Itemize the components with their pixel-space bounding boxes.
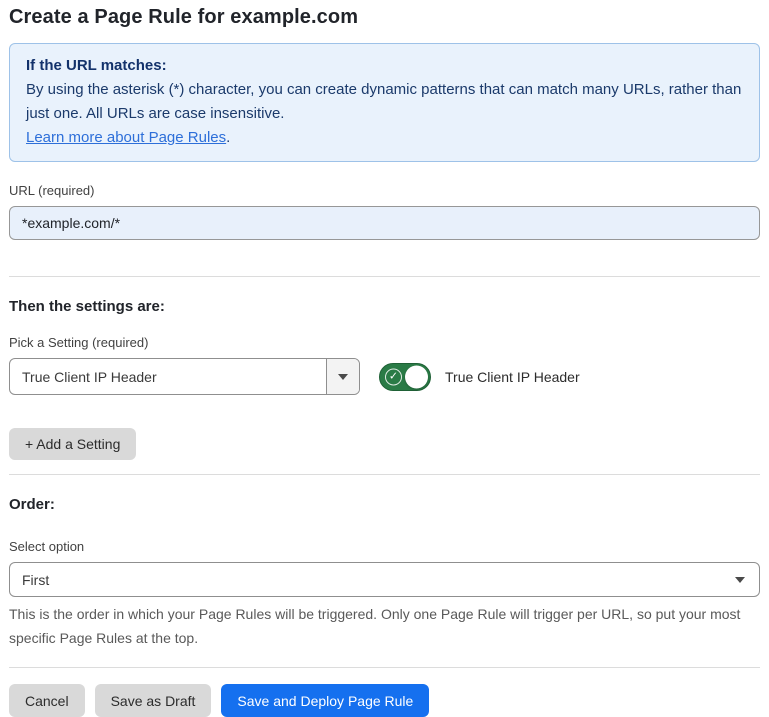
info-box-body: By using the asterisk (*) character, you… bbox=[26, 78, 743, 126]
page-rule-form: Create a Page Rule for example.com If th… bbox=[0, 0, 769, 717]
url-field-label: URL (required) bbox=[9, 183, 760, 198]
pick-setting-label: Pick a Setting (required) bbox=[9, 335, 760, 350]
info-box-heading: If the URL matches: bbox=[26, 54, 743, 78]
add-setting-button[interactable]: + Add a Setting bbox=[9, 428, 136, 460]
order-select-value: First bbox=[22, 572, 735, 588]
setting-select-value: True Client IP Header bbox=[10, 359, 326, 394]
learn-more-link[interactable]: Learn more about Page Rules bbox=[26, 129, 226, 146]
toggle-knob bbox=[405, 365, 428, 388]
setting-select-arrow-button[interactable] bbox=[326, 359, 359, 394]
setting-toggle-group: ✓ True Client IP Header bbox=[379, 363, 580, 391]
divider bbox=[9, 276, 760, 277]
cancel-button[interactable]: Cancel bbox=[9, 684, 85, 717]
true-client-ip-toggle[interactable]: ✓ bbox=[379, 363, 431, 391]
toggle-label: True Client IP Header bbox=[445, 369, 580, 385]
page-title: Create a Page Rule for example.com bbox=[9, 6, 760, 29]
settings-section-heading: Then the settings are: bbox=[9, 298, 760, 315]
divider bbox=[9, 667, 760, 668]
save-as-draft-button[interactable]: Save as Draft bbox=[95, 684, 212, 717]
check-icon: ✓ bbox=[385, 368, 402, 385]
setting-row: True Client IP Header ✓ True Client IP H… bbox=[9, 358, 760, 395]
footer-actions: Cancel Save as Draft Save and Deploy Pag… bbox=[9, 684, 760, 717]
order-select[interactable]: First bbox=[9, 562, 760, 597]
order-help-text: This is the order in which your Page Rul… bbox=[9, 602, 760, 650]
url-match-info-box: If the URL matches: By using the asteris… bbox=[9, 43, 760, 162]
link-period: . bbox=[226, 129, 230, 146]
chevron-down-icon bbox=[338, 374, 348, 380]
order-section-heading: Order: bbox=[9, 496, 760, 513]
order-select-label: Select option bbox=[9, 539, 760, 554]
save-and-deploy-button[interactable]: Save and Deploy Page Rule bbox=[221, 684, 429, 717]
info-box-link-line: Learn more about Page Rules. bbox=[26, 126, 743, 150]
setting-select[interactable]: True Client IP Header bbox=[9, 358, 360, 395]
chevron-down-icon bbox=[735, 577, 745, 583]
divider bbox=[9, 474, 760, 475]
url-input[interactable] bbox=[9, 206, 760, 240]
